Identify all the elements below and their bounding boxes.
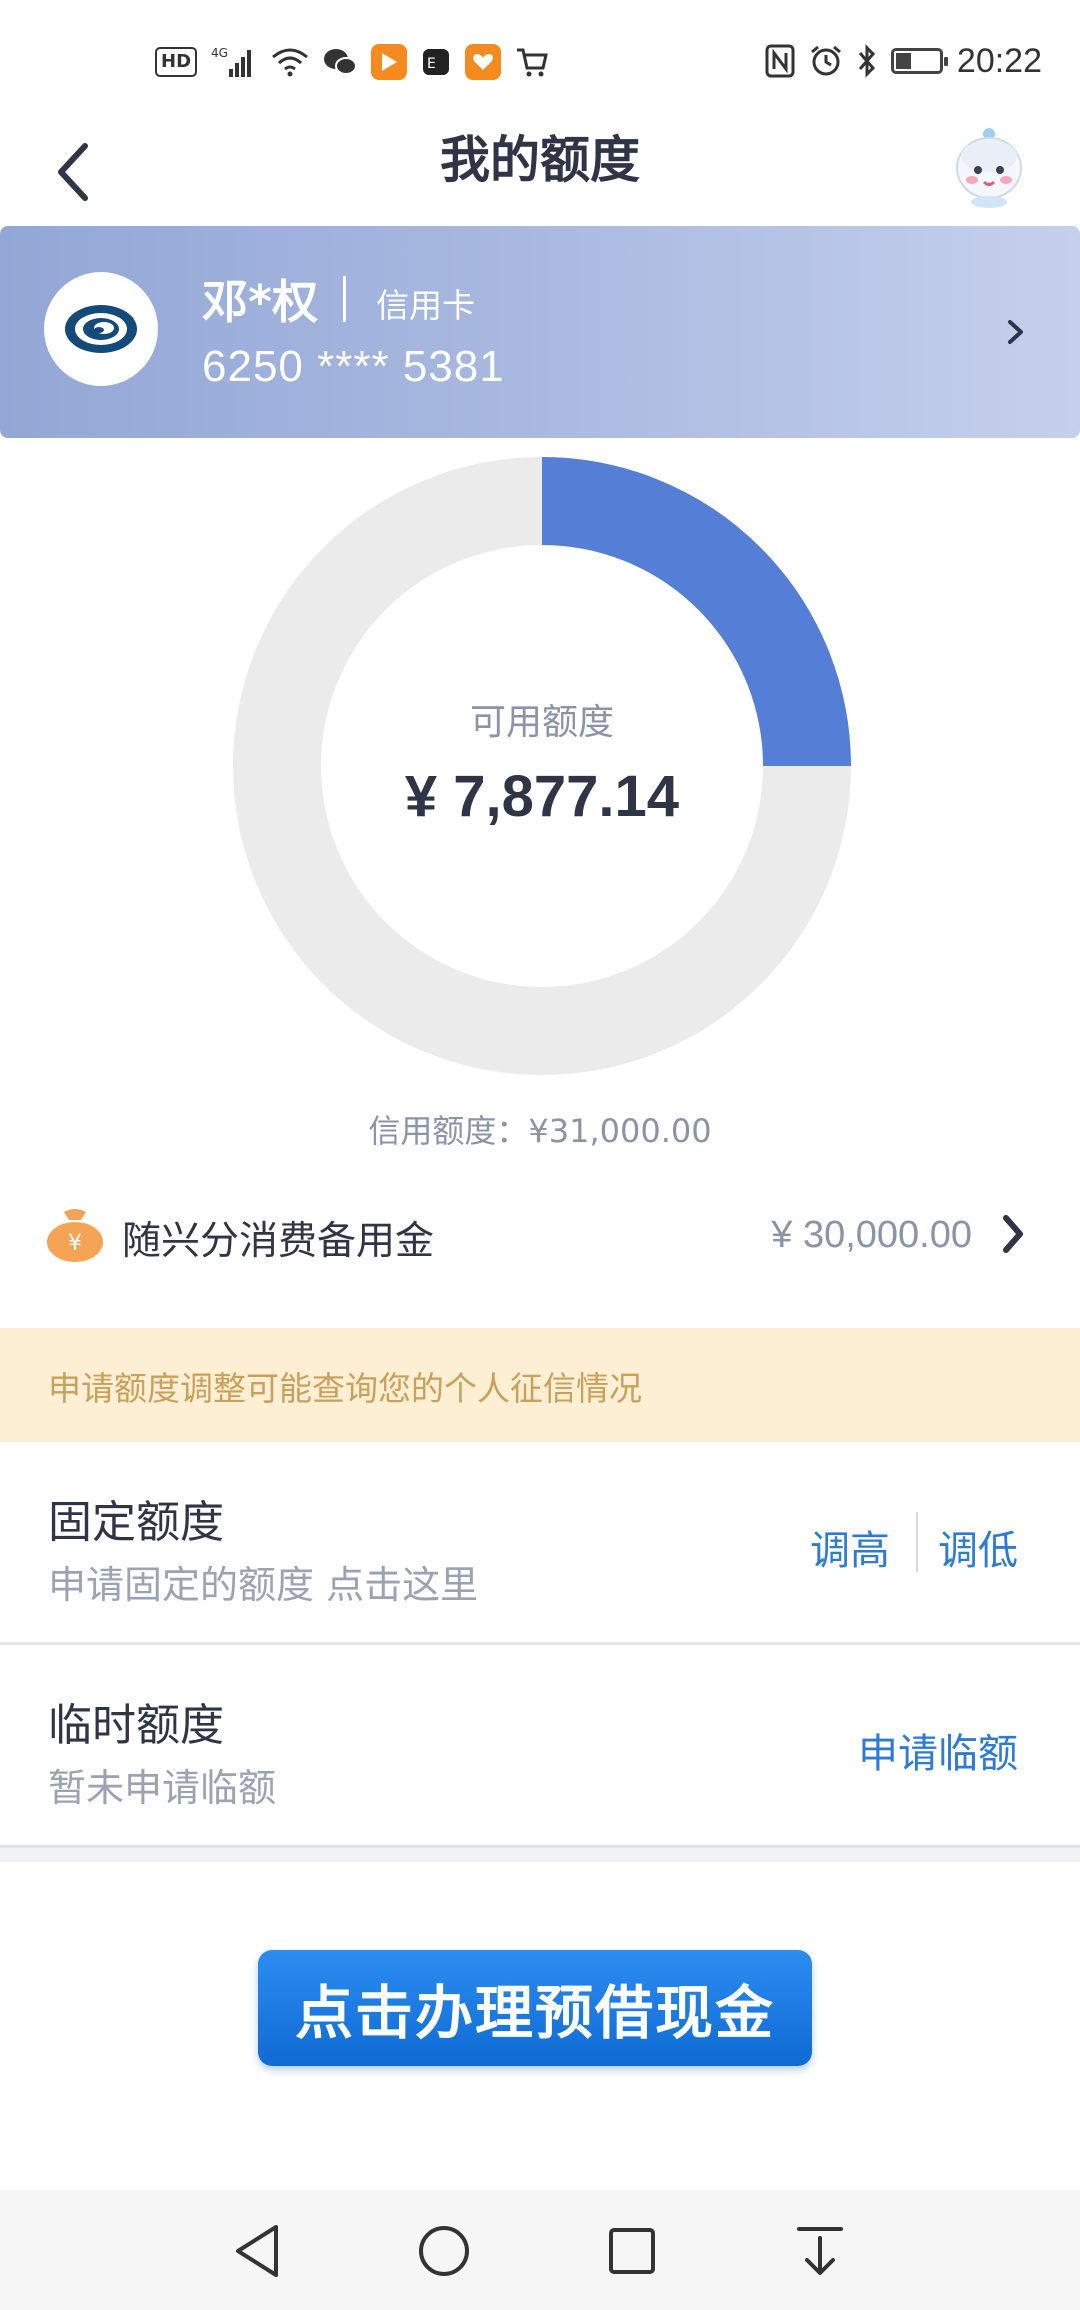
temporary-limit-subtitle: 暂未申请临额 [48, 1766, 277, 1810]
notice-text: 申请额度调整可能查询您的个人征信情况 [48, 1369, 642, 1408]
chevron-right-icon [1008, 320, 1023, 344]
system-nav-bar [0, 2190, 1080, 2310]
battery-icon [890, 48, 948, 74]
reserve-fund-label: 随兴分消费备用金 [122, 1219, 435, 1264]
status-left: HD 4G E [155, 40, 549, 84]
nfc-icon [765, 43, 795, 79]
mascot-icon [956, 128, 1022, 208]
money-bag-icon: ¥ [47, 1209, 103, 1262]
alarm-icon [809, 43, 843, 79]
home-nav-icon [419, 2226, 469, 2276]
page-title: 我的额度 [440, 131, 640, 189]
chevron-left-icon [58, 143, 88, 201]
available-credit-value: ¥ 7,877.14 [404, 763, 680, 829]
card-holder-name: 邓*权 [202, 275, 319, 329]
apply-temporary-limit-button[interactable]: 申请临额 [858, 1721, 1018, 1779]
temporary-limit-row: 临时额度 暂未申请临额 申请临额 [0, 1645, 1080, 1848]
network-label: 4G [211, 46, 228, 60]
app-icon: E [421, 44, 451, 80]
card-number: 6250 **** 5381 [202, 342, 505, 391]
svg-text:¥: ¥ [68, 1231, 82, 1256]
back-button[interactable] [38, 132, 108, 212]
back-nav-icon [236, 2225, 278, 2277]
fixed-limit-row: 固定额度 申请固定的额度 点击这里 调高 调低 [0, 1442, 1080, 1645]
nav-notification-button[interactable] [785, 2216, 855, 2286]
fixed-limit-subtitle: 申请固定的额度 点击这里 [48, 1563, 479, 1607]
card-banner[interactable]: 邓*权 信用卡 6250 **** 5381 [0, 226, 1080, 438]
header: 我的额度 [0, 120, 1080, 230]
svg-text:E: E [427, 56, 436, 72]
chevron-right-icon [1003, 1215, 1023, 1253]
bank-logo [44, 272, 158, 386]
credit-limit: 信用额度：¥31,000.00 [368, 1112, 712, 1150]
credit-check-notice: 申请额度调整可能查询您的个人征信情况 [0, 1328, 1080, 1442]
wechat-icon [323, 44, 358, 80]
name-divider [343, 276, 346, 322]
clock: 20:22 [956, 41, 1042, 80]
increase-limit-button[interactable]: 调高 [810, 1518, 890, 1576]
assistant-button[interactable] [948, 124, 1030, 210]
reserve-fund-row[interactable]: ¥ 随兴分消费备用金 ¥ 30,000.00 [0, 1180, 1080, 1290]
wifi-icon [271, 44, 309, 80]
card-type: 信用卡 [376, 286, 475, 325]
status-right: 20:22 [765, 36, 1042, 86]
cash-advance-button[interactable]: 点击办理预借现金 [258, 1950, 812, 2066]
nav-recents-button[interactable] [597, 2216, 667, 2286]
notification-pull-icon [797, 2227, 843, 2275]
donut-center: 可用额度 ¥ 7,877.14 [232, 456, 852, 1076]
nav-back-button[interactable] [222, 2216, 292, 2286]
recents-nav-icon [609, 2228, 655, 2274]
video-app-icon [371, 44, 408, 80]
fixed-limit-title: 固定额度 [48, 1497, 224, 1548]
cart-icon [515, 44, 549, 80]
hd-icon: HD [155, 47, 198, 77]
reserve-fund-value: ¥ 30,000.00 [771, 1214, 972, 1256]
battery-level [895, 53, 911, 69]
signal-4g-icon: 4G [211, 44, 257, 80]
temporary-limit-title: 临时额度 [48, 1700, 224, 1751]
nav-home-button[interactable] [409, 2216, 479, 2286]
cash-advance-label: 点击办理预借现金 [294, 1979, 775, 2047]
heart-app-icon [465, 44, 502, 80]
bank-logo-icon [65, 305, 137, 353]
status-bar: HD 4G E 20:22 [0, 0, 1080, 120]
available-credit-label: 可用额度 [469, 701, 614, 743]
decrease-limit-button[interactable]: 调低 [938, 1518, 1018, 1576]
section-divider [0, 1848, 1080, 1862]
bluetooth-icon [857, 43, 877, 79]
button-divider [916, 1512, 918, 1572]
